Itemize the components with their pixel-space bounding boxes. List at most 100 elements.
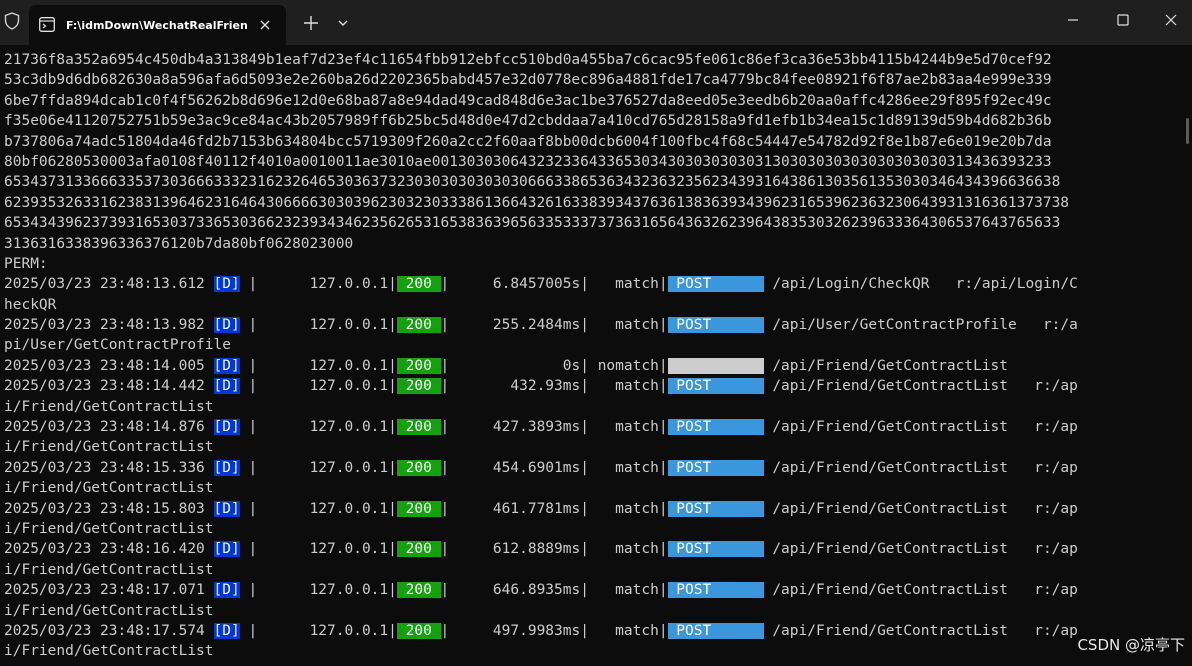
route-raw: r:/ap: [1034, 459, 1078, 476]
terminal-output[interactable]: 21736f8a352a6954c450db4a313849b1eaf7d23e…: [4, 50, 1184, 666]
log-row: 2025/03/23 23:48:14.442 [D] | 127.0.0.1|…: [4, 378, 1078, 395]
route-match: match: [588, 459, 659, 476]
perm-label: PERM:: [4, 255, 48, 272]
maximize-icon[interactable]: [1100, 0, 1146, 40]
latency: 454.6901ms: [449, 459, 581, 476]
client-ip: 127.0.0.1: [309, 357, 389, 374]
status-code-badge: 200: [396, 378, 441, 395]
log-level-badge: [D]: [213, 459, 240, 476]
route-match: match: [588, 276, 659, 293]
client-ip: 127.0.0.1: [309, 317, 389, 334]
http-method-badge: POST: [667, 622, 764, 639]
log-row: 2025/03/23 23:48:17.071 [D] | 127.0.0.1|…: [4, 582, 1078, 599]
http-method-badge: POST: [667, 378, 764, 395]
minimize-icon[interactable]: [1050, 0, 1096, 40]
route-match: match: [588, 582, 659, 599]
http-method-badge: POST: [667, 459, 764, 476]
http-method-badge: POST: [667, 276, 764, 293]
log-level-badge: [D]: [213, 541, 240, 558]
log-level-badge: [D]: [213, 276, 240, 293]
log-row: 2025/03/23 23:48:14.005 [D] | 127.0.0.1|…: [4, 357, 1009, 374]
status-code-badge: 200: [396, 622, 441, 639]
request-path: /api/Friend/GetContractList: [772, 378, 1009, 395]
log-timestamp: 2025/03/23 23:48:14.442: [4, 378, 205, 395]
status-code-badge: 200: [396, 582, 441, 599]
latency: 497.9983ms: [449, 622, 581, 639]
log-level-badge: [D]: [213, 500, 240, 517]
log-level-badge: [D]: [213, 622, 240, 639]
client-ip: 127.0.0.1: [309, 582, 389, 599]
route-raw-continuation: i/Friend/GetContractList: [4, 643, 214, 660]
route-raw-continuation: i/Friend/GetContractList: [4, 602, 214, 619]
http-method-badge: POST: [667, 582, 764, 599]
hex-output-line: 3136316338396336376120b7da80bf0628023000: [4, 235, 354, 252]
request-path: /api/Friend/GetContractList: [772, 500, 1009, 517]
close-icon[interactable]: [258, 18, 272, 32]
csdn-watermark: CSDN @凉亭下: [1077, 636, 1185, 654]
route-raw: r:/ap: [1034, 500, 1078, 517]
latency: 427.3893ms: [449, 419, 581, 436]
client-ip: 127.0.0.1: [309, 622, 389, 639]
status-code-badge: 200: [396, 541, 441, 558]
terminal-icon: [39, 17, 55, 32]
latency: 461.7781ms: [449, 500, 581, 517]
client-ip: 127.0.0.1: [309, 500, 389, 517]
close-window-icon[interactable]: [1148, 0, 1192, 40]
route-raw: r:/ap: [1034, 541, 1078, 558]
request-path: /api/Friend/GetContractList: [772, 582, 1009, 599]
log-level-badge: [D]: [213, 378, 240, 395]
status-code-badge: 200: [396, 419, 441, 436]
latency: 0s: [449, 357, 581, 374]
route-raw: r:/ap: [1034, 419, 1078, 436]
log-row: 2025/03/23 23:48:15.803 [D] | 127.0.0.1|…: [4, 500, 1078, 517]
route-match: match: [588, 622, 659, 639]
client-ip: 127.0.0.1: [309, 378, 389, 395]
status-code-badge: 200: [396, 459, 441, 476]
route-raw-continuation: pi/User/GetContractProfile: [4, 337, 231, 354]
status-code-badge: 200: [396, 500, 441, 517]
hex-output-line: 6534373133666335373036663332316232646530…: [4, 174, 1061, 191]
latency: 255.2484ms: [449, 317, 581, 334]
status-code-badge: 200: [396, 357, 441, 374]
route-raw: r:/api/Login/C: [955, 276, 1078, 293]
log-timestamp: 2025/03/23 23:48:14.005: [4, 357, 205, 374]
hex-output-line: 80bf06280530003afa0108f40112f4010a001001…: [4, 153, 1052, 170]
log-row: 2025/03/23 23:48:17.574 [D] | 127.0.0.1|…: [4, 622, 1078, 639]
log-timestamp: 2025/03/23 23:48:17.574: [4, 622, 205, 639]
log-timestamp: 2025/03/23 23:48:17.071: [4, 582, 205, 599]
hex-output-line: 6239353263316238313964623164643066663030…: [4, 194, 1070, 211]
log-level-badge: [D]: [213, 419, 240, 436]
log-level-badge: [D]: [213, 317, 240, 334]
route-raw-continuation: i/Friend/GetContractList: [4, 561, 214, 578]
hex-output-line: 6534343962373931653037336530366232393434…: [4, 215, 1061, 232]
log-row: 2025/03/23 23:48:14.876 [D] | 127.0.0.1|…: [4, 419, 1078, 436]
route-raw: r:/a: [1042, 317, 1078, 334]
request-path: /api/User/GetContractProfile: [772, 317, 1017, 334]
terminal-tab[interactable]: F:\idmDown\WechatRealFrien: [29, 5, 286, 45]
log-level-badge: [D]: [213, 357, 240, 374]
status-code-badge: 200: [396, 276, 441, 293]
scrollbar-thumb[interactable]: [1186, 118, 1189, 144]
route-raw-continuation: i/Friend/GetContractList: [4, 398, 214, 415]
request-path: /api/Friend/GetContractList: [772, 622, 1009, 639]
request-path: /api/Friend/GetContractList: [772, 459, 1009, 476]
client-ip: 127.0.0.1: [309, 419, 389, 436]
log-timestamp: 2025/03/23 23:48:16.420: [4, 541, 205, 558]
request-path: /api/Friend/GetContractList: [772, 419, 1009, 436]
shield-icon: [4, 12, 20, 30]
route-match: match: [588, 419, 659, 436]
log-timestamp: 2025/03/23 23:48:14.876: [4, 419, 205, 436]
chevron-down-icon[interactable]: [333, 13, 353, 33]
route-raw: r:/ap: [1034, 582, 1078, 599]
request-path: /api/Login/CheckQR: [772, 276, 930, 293]
log-row: 2025/03/23 23:48:13.612 [D] | 127.0.0.1|…: [4, 276, 1078, 293]
hex-output-line: 21736f8a352a6954c450db4a313849b1eaf7d23e…: [4, 52, 1052, 68]
log-timestamp: 2025/03/23 23:48:15.336: [4, 459, 205, 476]
route-raw-continuation: i/Friend/GetContractList: [4, 480, 214, 497]
latency: 6.8457005s: [449, 276, 581, 293]
client-ip: 127.0.0.1: [309, 459, 389, 476]
log-timestamp: 2025/03/23 23:48:13.982: [4, 317, 205, 334]
plus-icon[interactable]: [300, 12, 322, 34]
http-method-badge: POST: [667, 500, 764, 517]
log-timestamp: 2025/03/23 23:48:15.803: [4, 500, 205, 517]
